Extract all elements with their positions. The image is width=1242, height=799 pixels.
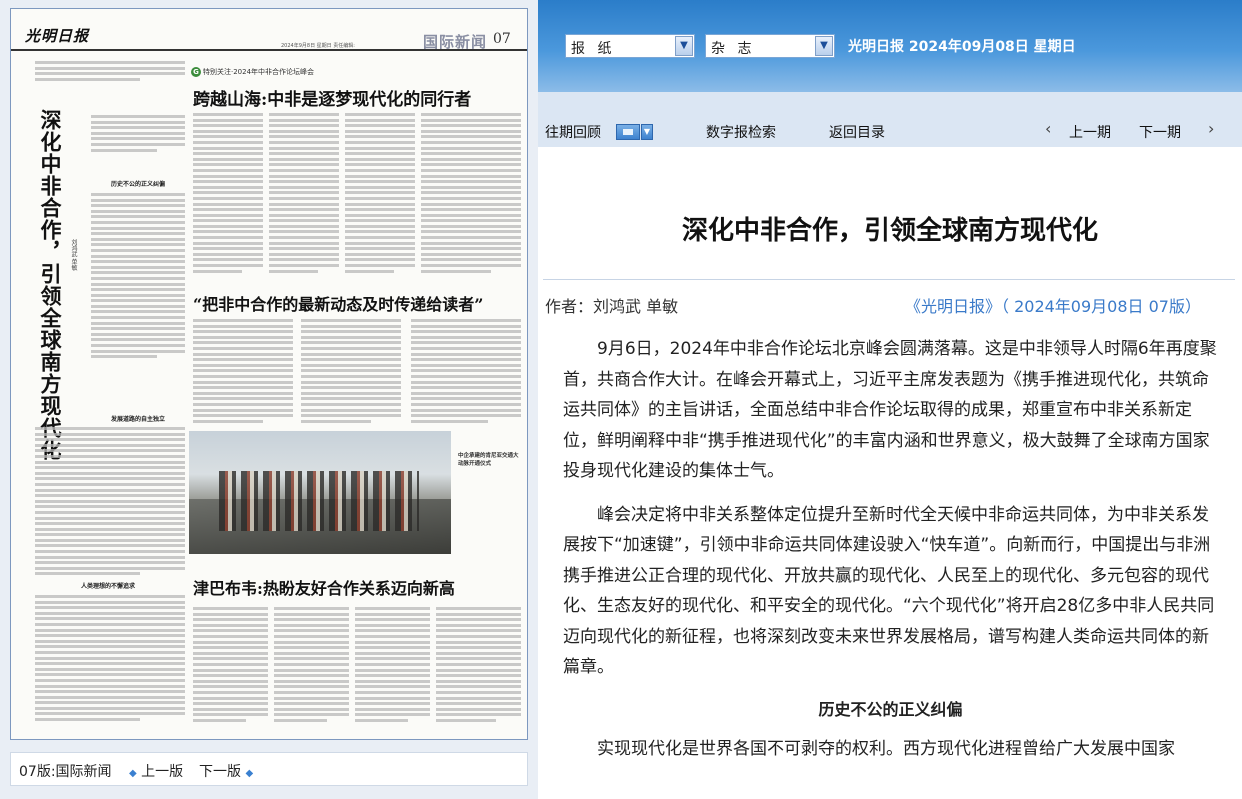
past-review-link[interactable]: 往期回顾 (545, 122, 601, 142)
photo-people (219, 471, 419, 531)
newspaper-page-image[interactable]: 光明日报 2024年9月8日 星期日 责任编辑: 国际新闻 07 深化中非合作，… (10, 8, 528, 740)
chevron-down-icon[interactable]: ▼ (815, 36, 833, 56)
title-divider (543, 279, 1235, 280)
back-to-index-link[interactable]: 返回目录 (829, 122, 885, 142)
story1-text[interactable] (345, 113, 415, 275)
chevron-left-icon[interactable]: ‹ (1045, 119, 1051, 138)
article-body: 9月6日，2024年中非合作论坛北京峰会圆满落幕。这是中非领导人时隔6年再度聚首… (563, 334, 1218, 777)
story1-text[interactable] (421, 113, 521, 275)
paper-meta: 2024年9月8日 星期日 责任编辑: (281, 43, 355, 49)
article-byline: 作者：刘鸿武 单敏 (545, 297, 679, 316)
article-title: 深化中非合作，引领全球南方现代化 (681, 216, 1098, 246)
story3-text[interactable] (355, 607, 430, 724)
lead-text-block[interactable] (35, 427, 185, 578)
current-page-label: 07版:国际新闻 (19, 764, 112, 780)
article-paragraph: 实现现代化是世界各国不可剥夺的权利。西方现代化进程曾给广大发展中国家 (597, 738, 1175, 759)
calendar-button[interactable]: ▼ (616, 124, 654, 140)
article-paragraph: 峰会决定将中非关系整体定位提升至新时代全天候中非命运共同体，为中非关系发展按下“… (563, 504, 1215, 678)
paper-header: 光明日报 2024年9月8日 星期日 责任编辑: 国际新闻 07 (11, 9, 527, 51)
paper-page-number: 07 (493, 31, 511, 47)
feature-kicker-text: 特别关注·2024年中非合作论坛峰会 (203, 68, 315, 76)
feature-kicker: G 特别关注·2024年中非合作论坛峰会 (191, 67, 314, 77)
story3-text[interactable] (436, 607, 521, 724)
issue-nav-bar: 往期回顾 ▼ 数字报检索 返回目录 ‹ 上一期 下一期 › (538, 92, 1242, 147)
newspaper-select[interactable]: 报 纸 ▼ (565, 34, 695, 58)
next-page-link[interactable]: 下一版 ◆ (199, 761, 253, 781)
chevron-right-icon[interactable]: › (1208, 119, 1214, 138)
lead-headline[interactable]: 深化中非合作，引领全球南方现代化 (38, 109, 63, 461)
article-source: 《光明日报》（ 2024年09月08日 07版） (905, 297, 1201, 316)
story3-text[interactable] (274, 607, 349, 724)
page-nav-bar: 07版:国际新闻 ◆ 上一版 下一版 ◆ (10, 752, 528, 786)
page-viewer-panel: 光明日报 2024年9月8日 星期日 责任编辑: 国际新闻 07 深化中非合作，… (0, 0, 538, 799)
story2-text[interactable] (411, 319, 521, 425)
paper-section-name: 国际新闻 (423, 33, 488, 51)
top-toolbar: 报 纸 ▼ 杂 志 ▼ 光明日报 2024年09月08日 星期日 (538, 0, 1242, 92)
lead-intro-text[interactable] (35, 61, 185, 83)
calendar-icon (616, 124, 640, 140)
newspaper-select-value: 报 纸 (571, 41, 616, 57)
story1-text[interactable] (269, 113, 339, 275)
diamond-icon: ◆ (129, 768, 137, 779)
paper-masthead: 光明日报 (25, 27, 90, 45)
feature-kicker-icon: G (191, 67, 201, 77)
lead-subhead-3: 人类理想的不懈追求 (81, 583, 136, 590)
lead-text-block[interactable] (91, 193, 185, 361)
story3-title[interactable]: 津巴布韦:热盼友好合作关系迈向新高 (193, 575, 455, 599)
lead-subhead-2: 发展道路的自主独立 (111, 416, 166, 423)
story1-title[interactable]: 跨越山海:中非是逐梦现代化的同行者 (193, 85, 471, 110)
magazine-select[interactable]: 杂 志 ▼ (705, 34, 835, 58)
news-photo[interactable] (189, 431, 451, 554)
prev-page-label: 上一版 (141, 764, 184, 780)
lead-text-block[interactable] (91, 115, 185, 154)
lead-text-block[interactable] (35, 595, 185, 724)
next-page-label: 下一版 (199, 764, 241, 780)
chevron-down-icon[interactable]: ▼ (675, 36, 693, 56)
lead-byline: 刘鸿武 单敏 (70, 239, 77, 271)
story2-text[interactable] (193, 319, 293, 425)
story2-text[interactable] (301, 319, 401, 425)
story2-title[interactable]: “把非中合作的最新动态及时传递给读者” (193, 291, 483, 315)
article-subheading: 历史不公的正义纠偏 (818, 699, 963, 719)
story1-text[interactable] (193, 113, 263, 275)
story3-text[interactable] (193, 607, 268, 724)
magazine-select-value: 杂 志 (711, 41, 756, 57)
digital-search-link[interactable]: 数字报检索 (706, 122, 776, 142)
prev-page-link[interactable]: ◆ 上一版 (129, 761, 183, 781)
prev-issue-link[interactable]: 上一期 (1069, 122, 1111, 142)
issue-date: 光明日报 2024年09月08日 星期日 (848, 39, 1076, 55)
diamond-icon: ◆ (245, 768, 254, 779)
next-issue-link[interactable]: 下一期 (1139, 122, 1181, 142)
lead-subhead-1: 历史不公的正义纠偏 (111, 181, 166, 188)
article-paragraph: 9月6日，2024年中非合作论坛北京峰会圆满落幕。这是中非领导人时隔6年再度聚首… (563, 339, 1217, 481)
chevron-down-icon: ▼ (641, 124, 653, 140)
photo-caption: 中企承建的肯尼亚交通大动脉开通仪式 (458, 453, 519, 467)
